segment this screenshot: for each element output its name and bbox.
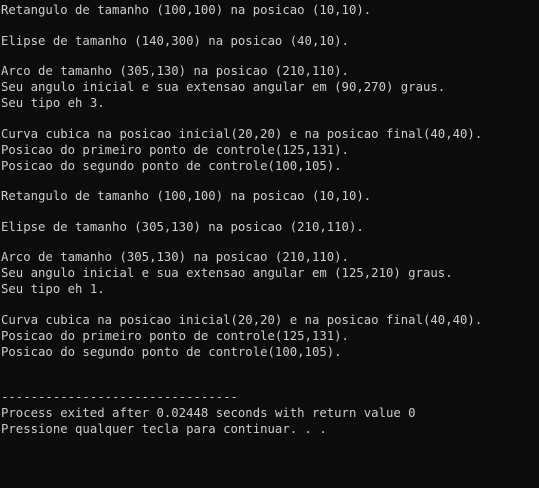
console-line: Elipse de tamanho (140,300) na posicao (… [1,33,349,48]
press-any-key-prompt: Pressione qualquer tecla para continuar.… [1,421,327,436]
console-separator: -------------------------------- [1,389,238,404]
process-exit-message: Process exited after 0.02448 seconds wit… [1,405,416,420]
console-output[interactable]: Retangulo de tamanho (100,100) na posica… [0,0,539,488]
console-line: Seu angulo inicial e sua extensao angula… [1,266,453,280]
console-line: Arco de tamanho (305,130) na posicao (21… [1,64,349,78]
console-line: Posicao do primeiro ponto de controle(12… [1,328,349,343]
console-line: Seu angulo inicial e sua extensao angula… [1,80,446,94]
console-line: Retangulo de tamanho (100,100) na posica… [1,189,372,203]
console-line: Arco de tamanho (305,130) na posicao (21… [1,250,349,264]
console-line: Seu tipo eh 3. [1,96,105,110]
console-line: Curva cubica na posicao inicial(20,20) e… [1,312,483,327]
console-line: Elipse de tamanho (305,130) na posicao (… [1,219,364,234]
console-line: Retangulo de tamanho (100,100) na posica… [1,3,372,17]
console-line: Posicao do segundo ponto de controle(100… [1,344,342,359]
console-line: Posicao do segundo ponto de controle(100… [1,158,342,173]
console-line: Curva cubica na posicao inicial(20,20) e… [1,126,483,141]
console-line: Posicao do primeiro ponto de controle(12… [1,142,349,157]
console-line: Seu tipo eh 1. [1,282,105,296]
